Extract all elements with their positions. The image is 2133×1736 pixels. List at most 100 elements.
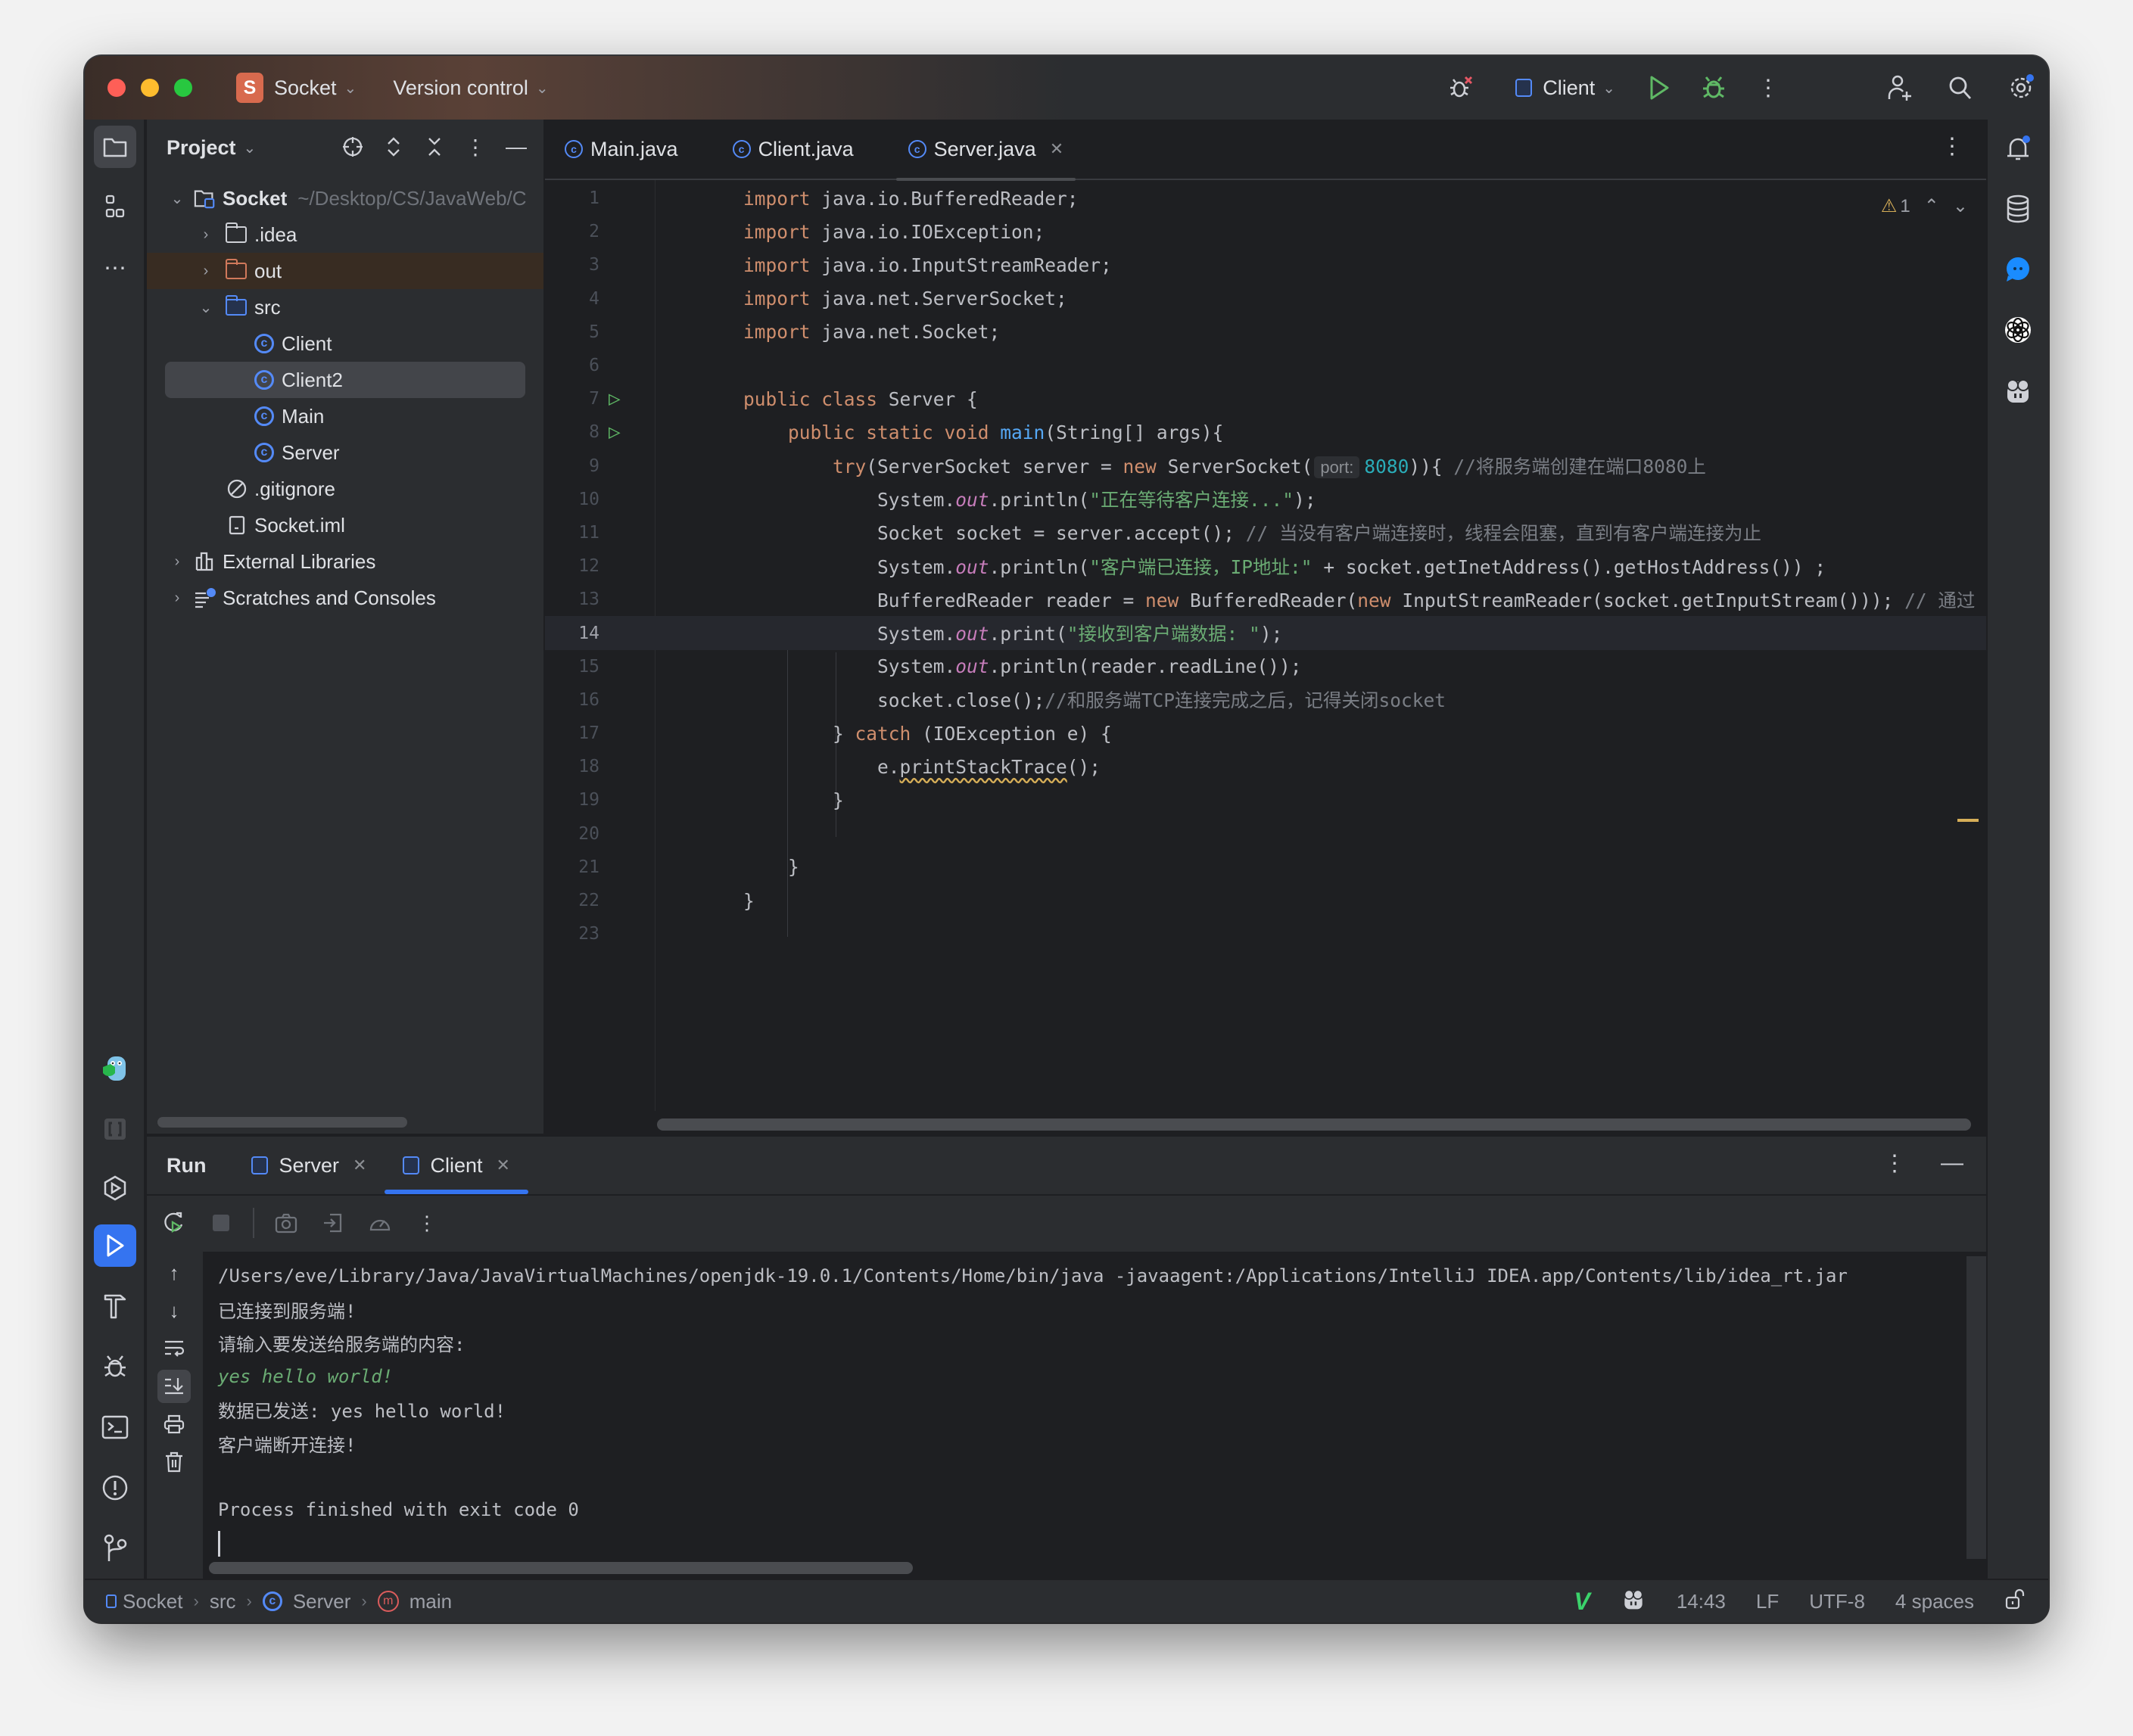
breadcrumb-item[interactable]: Server — [293, 1590, 351, 1613]
debug-disabled-icon[interactable] — [1444, 71, 1478, 104]
editor-horizontal-scrollbar[interactable] — [657, 1118, 1971, 1131]
run-tab-client[interactable]: Client ✕ — [385, 1137, 529, 1194]
options-icon[interactable]: ⋮ — [460, 130, 490, 163]
code-lines[interactable]: 1 import java.io.BufferedReader; 2 import … — [545, 182, 1986, 950]
terminal-icon[interactable] — [94, 1406, 136, 1448]
run-tab-server[interactable]: Server ✕ — [233, 1137, 385, 1194]
vim-icon[interactable]: V — [1574, 1588, 1590, 1616]
caret-position[interactable]: 14:43 — [1677, 1590, 1726, 1613]
tree-item-scratches[interactable]: › Scratches and Consoles — [147, 580, 543, 616]
copilot-icon[interactable] — [1621, 1588, 1646, 1616]
console-output[interactable]: /Users/eve/Library/Java/JavaVirtualMachi… — [203, 1252, 1986, 1579]
brackets-icon[interactable] — [94, 1108, 136, 1150]
more-actions-icon[interactable]: ⋮ — [1752, 71, 1785, 104]
tree-item-src[interactable]: ⌄ src — [147, 289, 543, 325]
tab-client-java[interactable]: c Client.java — [713, 119, 873, 179]
tree-item-client[interactable]: c Client — [147, 325, 543, 362]
git-icon[interactable] — [94, 1527, 136, 1570]
gopher-plugin-icon[interactable] — [94, 1047, 136, 1090]
problems-icon[interactable] — [94, 1467, 136, 1509]
project-view-selector[interactable]: Project — [167, 136, 236, 160]
settings-icon[interactable] — [2004, 71, 2038, 104]
indent-setting[interactable]: 4 spaces — [1895, 1590, 1974, 1613]
attach-icon[interactable] — [318, 1208, 348, 1238]
debug-icon[interactable] — [1697, 71, 1730, 104]
tab-server-java[interactable]: c Server.java ✕ — [889, 119, 1084, 181]
console-horizontal-scrollbar[interactable] — [209, 1562, 913, 1574]
chat-icon[interactable] — [2000, 251, 2036, 288]
console-cursor-line[interactable] — [203, 1527, 1986, 1560]
console-vertical-scrollbar[interactable] — [1966, 1256, 1986, 1559]
stop-icon[interactable] — [206, 1208, 236, 1238]
hide-panel-icon[interactable]: — — [1941, 1150, 1963, 1177]
unlocked-icon[interactable] — [2004, 1588, 2026, 1616]
rerun-icon[interactable] — [159, 1208, 189, 1238]
chevron-down-icon[interactable]: ⌄ — [167, 189, 188, 208]
tree-item-main[interactable]: c Main — [147, 398, 543, 434]
notifications-icon[interactable] — [2000, 130, 2036, 166]
close-tab-icon[interactable]: ✕ — [1050, 139, 1063, 159]
debug-icon[interactable] — [94, 1346, 136, 1388]
project-tool-button[interactable] — [94, 126, 136, 168]
tree-item-out[interactable]: › out — [147, 253, 543, 289]
build-icon[interactable] — [94, 1285, 136, 1327]
clear-all-icon[interactable] — [157, 1445, 191, 1479]
chevron-right-icon[interactable]: › — [195, 226, 216, 244]
tree-item-server[interactable]: c Server — [147, 434, 543, 471]
project-horizontal-scrollbar[interactable] — [157, 1117, 407, 1128]
run-gutter-icon[interactable]: ▷ — [609, 387, 621, 410]
run-config-selector[interactable]: Client — [1543, 76, 1595, 100]
close-tab-icon[interactable]: ✕ — [496, 1156, 509, 1175]
scroll-down-icon[interactable]: ↓ — [157, 1294, 191, 1327]
project-switcher[interactable]: Socket — [274, 76, 337, 100]
tree-item-external-libraries[interactable]: › External Libraries — [147, 543, 543, 580]
soft-wrap-icon[interactable] — [157, 1332, 191, 1365]
tabs-more-icon[interactable]: ⋮ — [1941, 133, 1963, 160]
add-user-icon[interactable] — [1883, 71, 1917, 104]
hide-panel-icon[interactable]: — — [501, 130, 531, 163]
more-tools-icon[interactable]: ⋯ — [94, 247, 136, 289]
run-panel-options-icon[interactable]: ⋮ — [1883, 1150, 1906, 1177]
run-gutter-icon[interactable]: ▷ — [609, 421, 621, 443]
version-control-menu[interactable]: Version control — [393, 76, 528, 100]
camera-icon[interactable] — [271, 1208, 301, 1238]
copilot-icon[interactable] — [2000, 372, 2036, 409]
chevron-right-icon[interactable]: › — [167, 590, 188, 607]
more-actions-icon[interactable]: ⋮ — [412, 1208, 442, 1238]
file-encoding[interactable]: UTF-8 — [1809, 1590, 1865, 1613]
structure-icon[interactable] — [94, 186, 136, 229]
run-tool-button[interactable] — [94, 1224, 136, 1267]
breadcrumb-item[interactable]: main — [409, 1590, 452, 1613]
tab-main-java[interactable]: c Main.java — [545, 119, 698, 179]
warning-stripe-marker[interactable] — [1957, 819, 1979, 822]
openai-icon[interactable] — [2000, 312, 2036, 348]
close-tab-icon[interactable]: ✕ — [353, 1156, 366, 1175]
class-icon: c — [254, 334, 274, 353]
scroll-to-end-icon[interactable] — [157, 1370, 191, 1403]
expand-all-icon[interactable] — [378, 130, 409, 163]
collapse-all-icon[interactable] — [419, 130, 450, 163]
print-icon[interactable] — [157, 1408, 191, 1441]
chevron-right-icon[interactable]: › — [167, 553, 188, 571]
breadcrumb-item[interactable]: Socket — [123, 1590, 183, 1613]
tree-item-client2[interactable]: c Client2 — [147, 362, 543, 398]
breadcrumb-item[interactable]: src — [210, 1590, 236, 1613]
run-icon[interactable] — [1643, 71, 1676, 104]
zoom-window-button[interactable] — [174, 79, 192, 97]
tree-item-socket[interactable]: ⌄ Socket ~/Desktop/CS/JavaWeb/C — [147, 180, 543, 216]
search-icon[interactable] — [1944, 71, 1977, 104]
minimize-window-button[interactable] — [141, 79, 159, 97]
chevron-right-icon[interactable]: › — [195, 263, 216, 280]
line-separator[interactable]: LF — [1756, 1590, 1779, 1613]
project-badge[interactable]: S — [236, 73, 263, 103]
scroll-up-icon[interactable]: ↑ — [157, 1256, 191, 1290]
close-window-button[interactable] — [107, 79, 126, 97]
tree-item-gitignore[interactable]: .gitignore — [147, 471, 543, 507]
services-icon[interactable] — [94, 1167, 136, 1209]
locate-icon[interactable] — [338, 130, 368, 163]
profiler-icon[interactable] — [365, 1208, 395, 1238]
database-icon[interactable] — [2000, 191, 2036, 227]
chevron-down-icon[interactable]: ⌄ — [195, 298, 216, 317]
tree-item-socket-iml[interactable]: Socket.iml — [147, 507, 543, 543]
tree-item-idea[interactable]: › .idea — [147, 216, 543, 253]
